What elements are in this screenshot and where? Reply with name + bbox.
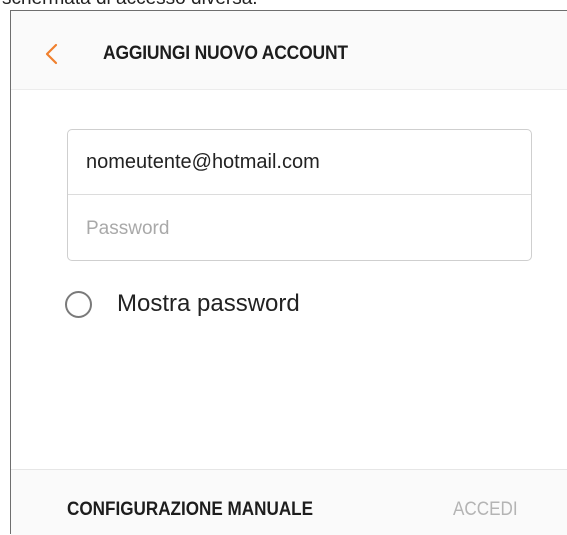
- manual-configuration-button[interactable]: CONFIGURAZIONE MANUALE: [67, 499, 313, 521]
- email-field[interactable]: nomeutente@hotmail.com: [68, 130, 531, 195]
- caption-strip: schermata di accesso diversa.: [0, 0, 567, 10]
- login-button[interactable]: ACCEDI: [453, 499, 518, 521]
- password-field[interactable]: Password: [68, 196, 531, 260]
- chevron-left-icon[interactable]: [43, 43, 61, 65]
- show-password-label: Mostra password: [117, 290, 300, 317]
- action-bar: CONFIGURAZIONE MANUALE ACCEDI: [11, 469, 567, 535]
- show-password-radio[interactable]: [65, 290, 92, 318]
- caption-text: schermata di accesso diversa.: [2, 0, 258, 10]
- show-password-toggle[interactable]: Mostra password: [65, 286, 300, 322]
- add-account-screen: AGGIUNGI NUOVO ACCOUNT nomeutente@hotmai…: [10, 10, 567, 535]
- login-form: nomeutente@hotmail.com Password Mostra p…: [11, 90, 567, 468]
- app-header: AGGIUNGI NUOVO ACCOUNT: [11, 11, 567, 90]
- page-title: AGGIUNGI NUOVO ACCOUNT: [103, 43, 348, 64]
- credentials-box: nomeutente@hotmail.com Password: [67, 129, 532, 261]
